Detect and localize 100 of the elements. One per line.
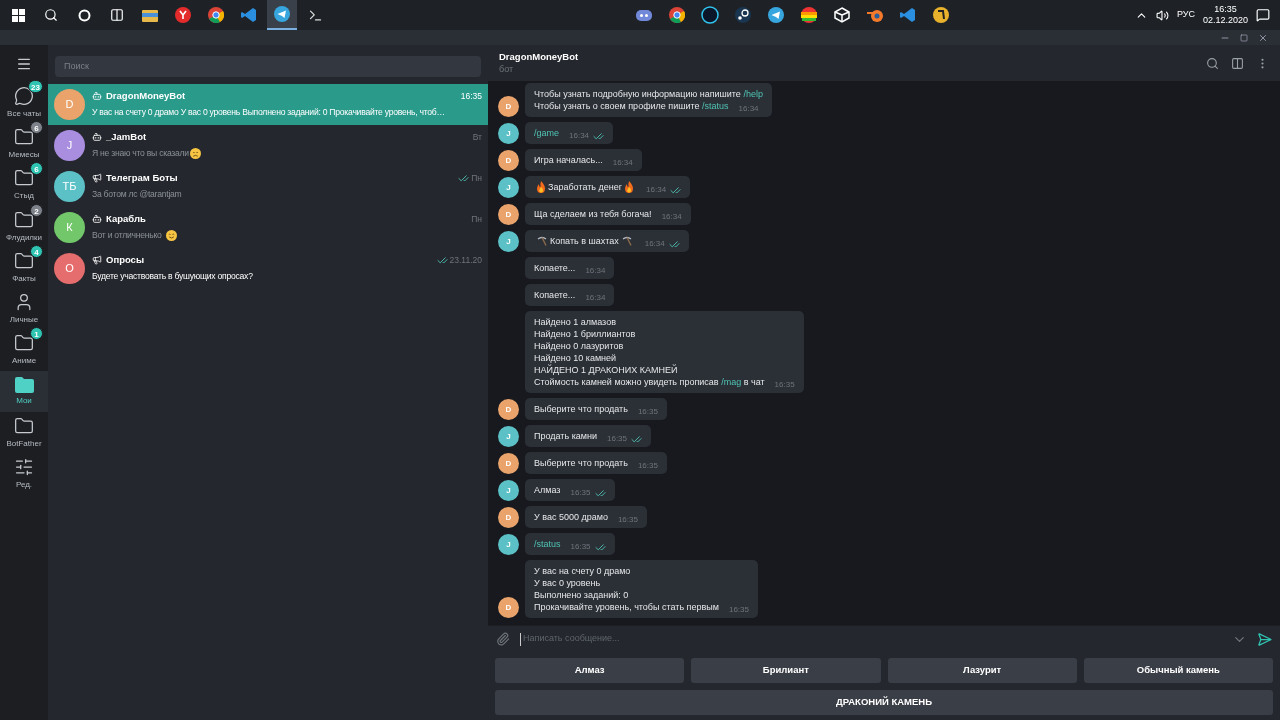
smiling-face-icon [165, 230, 177, 242]
folder-tab[interactable]: Личные [0, 288, 48, 330]
chat-name: DragonMoneyBot [106, 88, 186, 103]
fire-icon [536, 181, 546, 193]
unread-badge: 1 [30, 327, 43, 341]
message-text: /game [534, 127, 559, 139]
chat-name: Телеграм Боты [106, 170, 178, 185]
chat-time: Вт [472, 130, 482, 144]
message-text: Алмаз [534, 484, 561, 496]
message-text: Стоймость камней можно увидеть прописав /mag в чат [534, 376, 765, 388]
megaphone-icon [92, 173, 102, 184]
unread-badge: 23 [28, 79, 43, 93]
pickaxe-icon [537, 236, 547, 246]
message-text: Чтобы узнать о своем профиле пишите /status [534, 100, 729, 112]
avatar: О [54, 252, 85, 284]
pickaxe-icon [621, 236, 632, 246]
chat-list-item[interactable]: К Карабль Пн Вот и отличненько [48, 206, 488, 248]
message-text: У вас 0 уровень [534, 577, 601, 589]
paper-plane-icon[interactable] [267, 0, 297, 30]
send-icon[interactable] [1257, 631, 1272, 647]
message-time: 16:34 [612, 157, 633, 169]
message-text: Копаете... [534, 262, 576, 274]
folder-tab[interactable]: Ред. [0, 453, 48, 495]
message-time: 16:35 [728, 604, 749, 616]
folder-tab[interactable]: Мои [0, 371, 48, 413]
avatar: К [54, 211, 85, 243]
attach-icon[interactable] [496, 632, 510, 646]
message-time: 16:35 [570, 541, 591, 553]
folder-tab[interactable]: BotFather [0, 412, 48, 454]
message-text: Выберите что продать [534, 403, 628, 415]
avatar: J [498, 177, 519, 198]
avatar: ТБ [54, 170, 85, 202]
message-text: Прокачивайте уровень, чтобы стать первым [534, 601, 719, 613]
folder-tab[interactable]: 1 Аниме [0, 329, 48, 372]
chat-preview: За ботом лс @tarantjam [92, 188, 182, 202]
folder-tab[interactable]: 6 Стыд [0, 164, 48, 206]
chat-preview: Будете участвовать в бушующих опросах? [92, 270, 253, 284]
avatar: D [498, 204, 519, 225]
clock-time: 16:35 [1214, 4, 1237, 15]
bot-icon [92, 214, 102, 225]
message-time: 16:34 [569, 130, 590, 142]
keyboard-button[interactable]: Алмаз [495, 658, 685, 683]
message-time: 16:34 [661, 211, 682, 223]
message-text: Найдено 10 камней [534, 352, 617, 364]
message-time: 16:34 [644, 238, 665, 250]
chat-preview: Я не знаю что вы сказали [92, 147, 189, 161]
message-text: Игра началась... [534, 154, 603, 166]
message-text: НАЙДЕНО 1 ДРАКОНИХ КАМНЕЙ [534, 364, 678, 376]
language-indicator[interactable]: РУС [1176, 8, 1195, 22]
chat-list-item[interactable]: О Опросы 23.11.20 Будете участвовать в бушующих опросах? [48, 247, 488, 289]
message-text: Чтобы узнать подробную информацию напишите /help [534, 88, 763, 100]
search-icon[interactable] [1206, 56, 1219, 70]
sidebar-toggle-icon[interactable] [1231, 56, 1244, 70]
folder-tab[interactable]: 6 Мемесы [0, 123, 48, 165]
avatar: J [498, 480, 519, 501]
folder-tab[interactable]: 4 Факты [0, 247, 48, 289]
fire-icon [624, 181, 635, 193]
avatar: D [498, 507, 519, 528]
chat-preview: У вас на счету 0 драмо У вас 0 уровень Выполнено заданий: 0 Прокачивайте уровень, чтоб… [92, 106, 445, 120]
sad-face-icon [189, 148, 201, 160]
chat-name: _JamBot [106, 129, 147, 144]
message-time: 16:35 [637, 460, 658, 472]
avatar: D [498, 453, 519, 474]
chat-list-item[interactable]: J _JamBot Вт Я не знаю что вы сказали [48, 124, 488, 166]
message-time: 16:35 [637, 406, 658, 418]
chat-name: Карабль [106, 211, 146, 226]
message-text: Продать камни [534, 430, 597, 442]
message-text: Выполнено заданий: 0 [534, 589, 629, 601]
message-time: 16:35 [617, 514, 638, 526]
avatar: D [54, 88, 85, 120]
speaker-icon[interactable] [1155, 8, 1169, 22]
chat-time: Пн [471, 171, 482, 185]
chat-time: Пн [471, 212, 482, 226]
close-icon[interactable] [1258, 32, 1268, 43]
notifications-icon[interactable] [1256, 8, 1270, 22]
avatar: J [498, 426, 519, 447]
message-text: У вас 5000 драмо [534, 511, 608, 523]
search-field[interactable]: Поиск [55, 55, 481, 77]
keyboard-button[interactable]: Обычный камень [1083, 658, 1273, 683]
chat-time: 16:35 [460, 89, 482, 103]
message-text: Найдено 0 лазуритов [534, 340, 624, 352]
bot-icon [92, 132, 102, 143]
avatar: J [54, 129, 85, 161]
sliders-icon [14, 457, 34, 478]
message-text: Выберите что продать [534, 457, 628, 469]
chat-preview: Вот и отличненько [92, 229, 162, 243]
avatar: D [498, 597, 519, 618]
chat-list-item[interactable]: ТБ Телеграм Боты Пн За ботом лс @tarantjam [48, 165, 488, 207]
message-time: 16:35 [774, 379, 795, 391]
message-text: Заработать денег [548, 181, 623, 193]
maximize-icon[interactable] [1240, 33, 1248, 42]
unread-badge: 4 [30, 244, 43, 258]
message-time: 16:35 [607, 433, 627, 445]
avatar: J [498, 123, 519, 144]
keyboard-button[interactable]: ДРАКОНИЙ КАМЕНЬ [495, 690, 1273, 715]
keyboard-button[interactable]: Брилиант [691, 658, 881, 683]
chat-status: бот [499, 63, 515, 76]
message-text: /status [534, 538, 561, 550]
message-text: У вас на счету 0 драмо [534, 565, 631, 577]
keyboard-button[interactable]: Лазурит [887, 658, 1077, 683]
